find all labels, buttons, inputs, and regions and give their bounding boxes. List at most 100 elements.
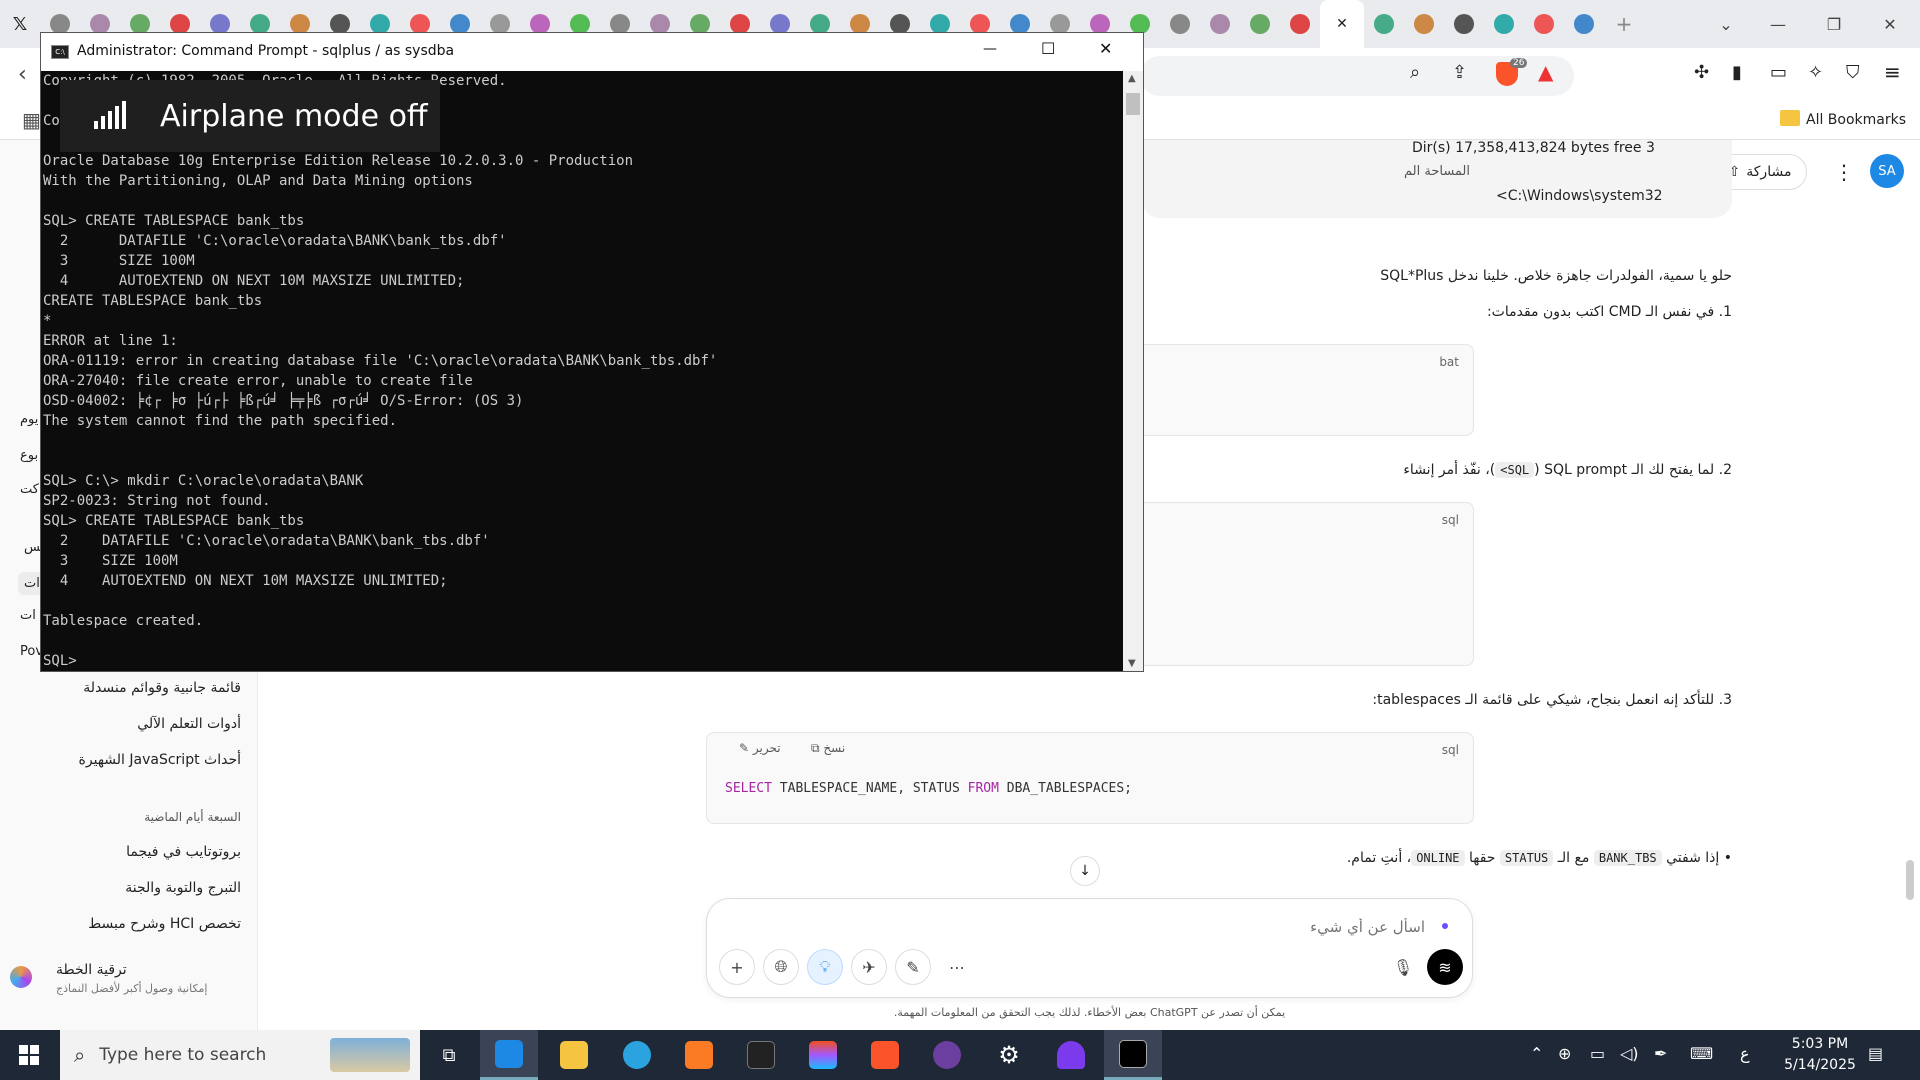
reason-button[interactable]: 💡︎ bbox=[807, 949, 843, 985]
browser-tab[interactable] bbox=[1564, 0, 1604, 48]
sidebar-item[interactable]: تخصص HCI وشرح مبسط bbox=[88, 916, 241, 932]
sidebar-toggle-icon[interactable]: ▮ bbox=[1732, 62, 1742, 83]
taskbar-app-explorer[interactable] bbox=[545, 1030, 603, 1080]
start-button[interactable] bbox=[0, 1030, 58, 1080]
chat-input[interactable] bbox=[727, 913, 1427, 941]
add-attachment-button[interactable]: + bbox=[719, 949, 755, 985]
close-tab-icon[interactable]: ✕ bbox=[1336, 16, 1348, 32]
sidebar-item[interactable]: التبرج والتوبة والجنة bbox=[125, 880, 241, 896]
copy-code-button[interactable]: ⧉ نسخ bbox=[811, 741, 845, 756]
taskbar-app-cursor[interactable] bbox=[732, 1030, 790, 1080]
taskbar-app-vscode[interactable] bbox=[480, 1030, 538, 1080]
share-icon[interactable]: ⇪ bbox=[1452, 62, 1467, 83]
scroll-up-icon[interactable]: ▲ bbox=[1128, 73, 1136, 84]
battery-icon[interactable]: ▭ bbox=[1590, 1044, 1605, 1063]
sidebar-item[interactable]: أحداث JavaScript الشهيرة bbox=[79, 752, 241, 768]
new-tab-button[interactable]: + bbox=[1604, 0, 1644, 48]
page-scrollbar[interactable] bbox=[1906, 860, 1914, 900]
cursor-icon bbox=[747, 1041, 775, 1069]
x-tab[interactable]: 𝕏 bbox=[0, 0, 40, 48]
keyboard-icon[interactable]: ⌨ bbox=[1690, 1044, 1713, 1063]
zoom-icon[interactable]: ⌕ bbox=[1410, 62, 1420, 83]
task-view-button[interactable]: ⧉ bbox=[420, 1030, 478, 1080]
partial-sidebar-item[interactable]: يوم bbox=[20, 412, 38, 427]
scroll-down-icon[interactable]: ▼ bbox=[1128, 658, 1136, 669]
step-1: 1. في نفس الـ CMD اكتب بدون مقدمات: bbox=[1486, 304, 1732, 320]
menu-icon[interactable]: ≡ bbox=[1884, 60, 1901, 84]
shield-badge: 26 bbox=[1510, 58, 1528, 68]
search-icon: ⌕ bbox=[74, 1043, 86, 1067]
cursor-dot-icon bbox=[1442, 923, 1448, 929]
scroll-down-button[interactable]: ↓ bbox=[1070, 856, 1100, 886]
browser-tab[interactable] bbox=[1524, 0, 1564, 48]
sidebar-item[interactable]: أدوات التعلم الآلي bbox=[137, 716, 241, 732]
partial-sidebar-item[interactable]: كت bbox=[20, 482, 39, 497]
browser-tab[interactable] bbox=[1484, 0, 1524, 48]
browser-restore-button[interactable]: ❐ bbox=[1806, 0, 1862, 48]
cmd-minimize-button[interactable]: — bbox=[983, 41, 997, 57]
partial-sidebar-item[interactable]: ات bbox=[20, 608, 36, 623]
cmd-maximize-button[interactable]: ☐ bbox=[1041, 39, 1055, 58]
browser-minimize-button[interactable]: — bbox=[1750, 0, 1806, 48]
tray-overflow-icon[interactable]: ⌃ bbox=[1530, 1044, 1543, 1063]
edit-code-button[interactable]: ✎ تحرير bbox=[739, 741, 781, 755]
input-language[interactable]: ع bbox=[1740, 1044, 1750, 1063]
cmd-scrollbar[interactable]: ▲ ▼ bbox=[1123, 71, 1143, 671]
web-search-button[interactable]: 🌐︎ bbox=[763, 949, 799, 985]
browser-tab[interactable] bbox=[1280, 0, 1320, 48]
cmd-scroll-thumb[interactable] bbox=[1126, 93, 1140, 115]
more-tools-button[interactable]: ⋯ bbox=[939, 949, 975, 985]
dictate-button[interactable]: 🎙︎ bbox=[1385, 949, 1421, 985]
notifications-icon[interactable]: ▤ bbox=[1868, 1044, 1883, 1063]
step-2-post: )، نفّذ أمر إنشاء bbox=[1403, 462, 1496, 478]
browser-tab[interactable] bbox=[1240, 0, 1280, 48]
clock[interactable]: 5:03 PM 5/14/2025 bbox=[1770, 1034, 1870, 1076]
avatar[interactable]: SA bbox=[1870, 154, 1904, 188]
wallet-icon[interactable]: ▭ bbox=[1770, 62, 1787, 83]
leo-icon[interactable]: ✧ bbox=[1808, 62, 1823, 83]
browser-tab[interactable] bbox=[1364, 0, 1404, 48]
sidebar-item[interactable]: قائمة جانبية وقوائم منسدلة bbox=[83, 680, 241, 696]
tab-search-button[interactable]: ⌄ bbox=[1698, 0, 1754, 48]
volume-icon[interactable]: ◁) bbox=[1620, 1044, 1639, 1063]
cmd-console-output[interactable]: Copyright (c) 1982, 2005, Oracle. All Ri… bbox=[41, 71, 1123, 671]
voice-mode-button[interactable]: ≋ bbox=[1427, 949, 1463, 985]
taskbar-app-media-player[interactable] bbox=[918, 1030, 976, 1080]
extensions-icon[interactable]: ✣ bbox=[1694, 62, 1709, 83]
browser-close-button[interactable]: ✕ bbox=[1862, 0, 1918, 48]
cmd-close-button[interactable]: ✕ bbox=[1099, 39, 1112, 58]
tab-favicon-icon bbox=[1210, 14, 1230, 34]
mic-icon: 🎙︎ bbox=[1392, 957, 1414, 977]
taskbar-app-figma[interactable] bbox=[794, 1030, 852, 1080]
taskbar-app-cmd[interactable] bbox=[1104, 1030, 1162, 1080]
taskbar-app-xampp[interactable] bbox=[670, 1030, 728, 1080]
pen-icon[interactable]: ✒ bbox=[1654, 1044, 1667, 1063]
taskbar-search[interactable]: ⌕ Type here to search bbox=[60, 1030, 420, 1080]
browser-tab[interactable] bbox=[1404, 0, 1444, 48]
step-1-text: في نفس الـ CMD اكتب بدون مقدمات: bbox=[1486, 304, 1715, 320]
vpn-icon[interactable]: ⛉ bbox=[1846, 62, 1860, 83]
image-tool-button[interactable]: ✎ bbox=[895, 949, 931, 985]
taskbar-app-telegram[interactable] bbox=[608, 1030, 666, 1080]
taskbar-app-obsidian[interactable] bbox=[1042, 1030, 1100, 1080]
sidebar-item[interactable]: بروتوتايب في فيجما bbox=[126, 844, 241, 860]
browser-tab[interactable] bbox=[1444, 0, 1484, 48]
grid-icon[interactable]: ▦ bbox=[22, 108, 41, 132]
chevron-down-icon: ⌄ bbox=[1719, 14, 1733, 34]
language-globe-icon[interactable]: ⊕ bbox=[1558, 1044, 1571, 1063]
partial-sidebar-item[interactable]: بوع bbox=[20, 448, 38, 463]
deep-research-button[interactable]: ✈︎ bbox=[851, 949, 887, 985]
browser-tab[interactable] bbox=[1160, 0, 1200, 48]
back-icon[interactable]: ‹ bbox=[18, 62, 27, 87]
sql-text: TABLESPACE_NAME, STATUS bbox=[771, 781, 968, 796]
browser-tab[interactable] bbox=[1200, 0, 1240, 48]
upgrade-plan-button[interactable]: ترقية الخطة إمكانية وصول أكبر لأفضل النم… bbox=[0, 960, 258, 1010]
more-options-icon[interactable]: ⋮ bbox=[1834, 160, 1854, 184]
rewards-icon[interactable]: ▲ bbox=[1538, 60, 1553, 84]
console-line: SQL> bbox=[43, 653, 86, 669]
cmd-titlebar[interactable]: C:\ Administrator: Command Prompt - sqlp… bbox=[41, 33, 1143, 71]
all-bookmarks-link[interactable]: All Bookmarks bbox=[1806, 112, 1906, 128]
taskbar-app-brave[interactable] bbox=[856, 1030, 914, 1080]
active-tab[interactable]: ✕ bbox=[1320, 0, 1364, 48]
taskbar-app-settings[interactable]: ⚙ bbox=[980, 1030, 1038, 1080]
